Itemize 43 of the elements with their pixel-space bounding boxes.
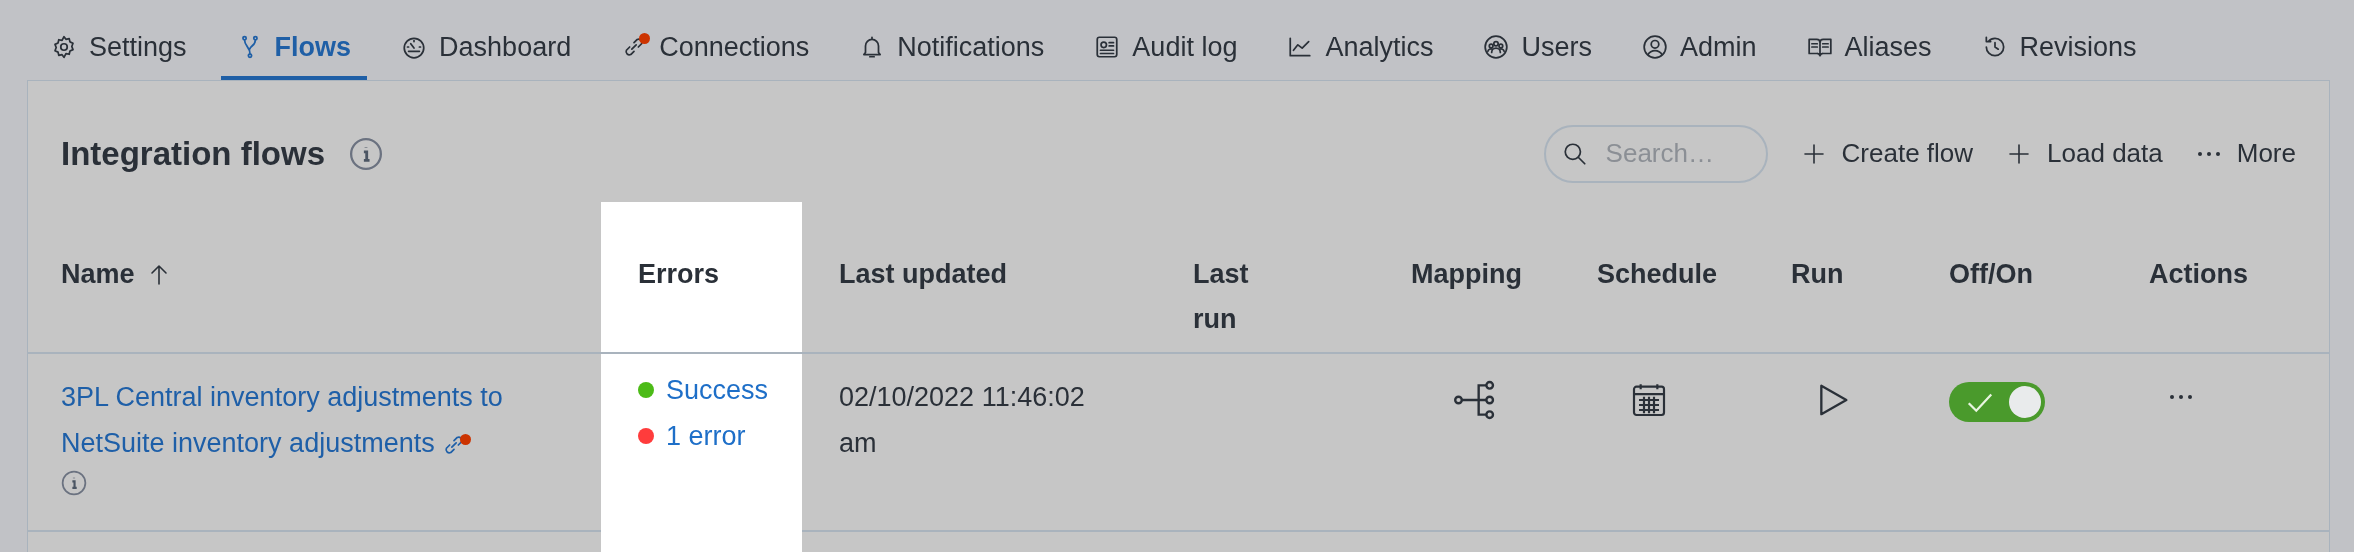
user-icon bbox=[1642, 34, 1668, 60]
tab[interactable]: Users bbox=[1467, 18, 1608, 80]
log-icon bbox=[1094, 34, 1121, 60]
tab[interactable]: Dashboard bbox=[385, 18, 588, 80]
column-header[interactable]: Errors bbox=[601, 202, 802, 352]
plus-icon bbox=[1801, 141, 1826, 166]
on-off-toggle[interactable] bbox=[1949, 382, 2045, 422]
status-link[interactable]: 1 error bbox=[666, 415, 746, 457]
toolbar-button[interactable]: More bbox=[2196, 134, 2296, 173]
tab[interactable]: Aliases bbox=[1790, 18, 1948, 80]
column-header[interactable]: Last updated bbox=[802, 226, 1156, 352]
search-field[interactable]: Search… bbox=[1543, 124, 1768, 183]
plus-icon bbox=[2007, 141, 2032, 166]
users-icon bbox=[1483, 34, 1510, 60]
toolbar-button[interactable]: Load data bbox=[2007, 134, 2163, 173]
column-header[interactable]: Off/On bbox=[1912, 226, 2112, 352]
info-icon[interactable] bbox=[349, 136, 383, 171]
mapping-icon[interactable] bbox=[1453, 378, 1497, 422]
panel-title: Integration flows bbox=[61, 133, 325, 174]
column-header[interactable]: Name bbox=[28, 226, 601, 352]
column-header[interactable]: Schedule bbox=[1560, 226, 1754, 352]
flow-name-link[interactable]: 3PL Central inventory adjustments to NetSuite inventory adjustments bbox=[61, 374, 581, 466]
info-icon[interactable] bbox=[61, 470, 87, 496]
column-header[interactable]: Actions bbox=[2112, 226, 2329, 352]
status-link[interactable]: Success bbox=[666, 369, 769, 411]
column-header[interactable]: Last run bbox=[1156, 226, 1374, 352]
tab[interactable]: Settings bbox=[35, 18, 203, 80]
row-actions-button[interactable] bbox=[2169, 394, 2193, 400]
more-icon bbox=[2196, 150, 2221, 157]
tab[interactable]: Audit log bbox=[1078, 18, 1254, 80]
search-icon bbox=[1561, 140, 1588, 167]
last-updated-text: 02/10/2022 11:46:02 am bbox=[839, 381, 1086, 460]
tab[interactable]: Notifications bbox=[843, 18, 1061, 80]
column-header[interactable]: Run bbox=[1754, 226, 1912, 352]
tab[interactable]: Connections bbox=[605, 18, 826, 80]
tab[interactable]: Analytics bbox=[1271, 18, 1450, 80]
gauge-icon bbox=[401, 34, 428, 60]
column-header[interactable]: Mapping bbox=[1374, 226, 1560, 352]
more-icon bbox=[2169, 394, 2193, 400]
gear-icon bbox=[51, 34, 77, 60]
tab[interactable]: Admin bbox=[1626, 18, 1773, 80]
toolbar-button[interactable]: Create flow bbox=[1801, 134, 1974, 173]
tab[interactable]: Revisions bbox=[1965, 18, 2153, 80]
